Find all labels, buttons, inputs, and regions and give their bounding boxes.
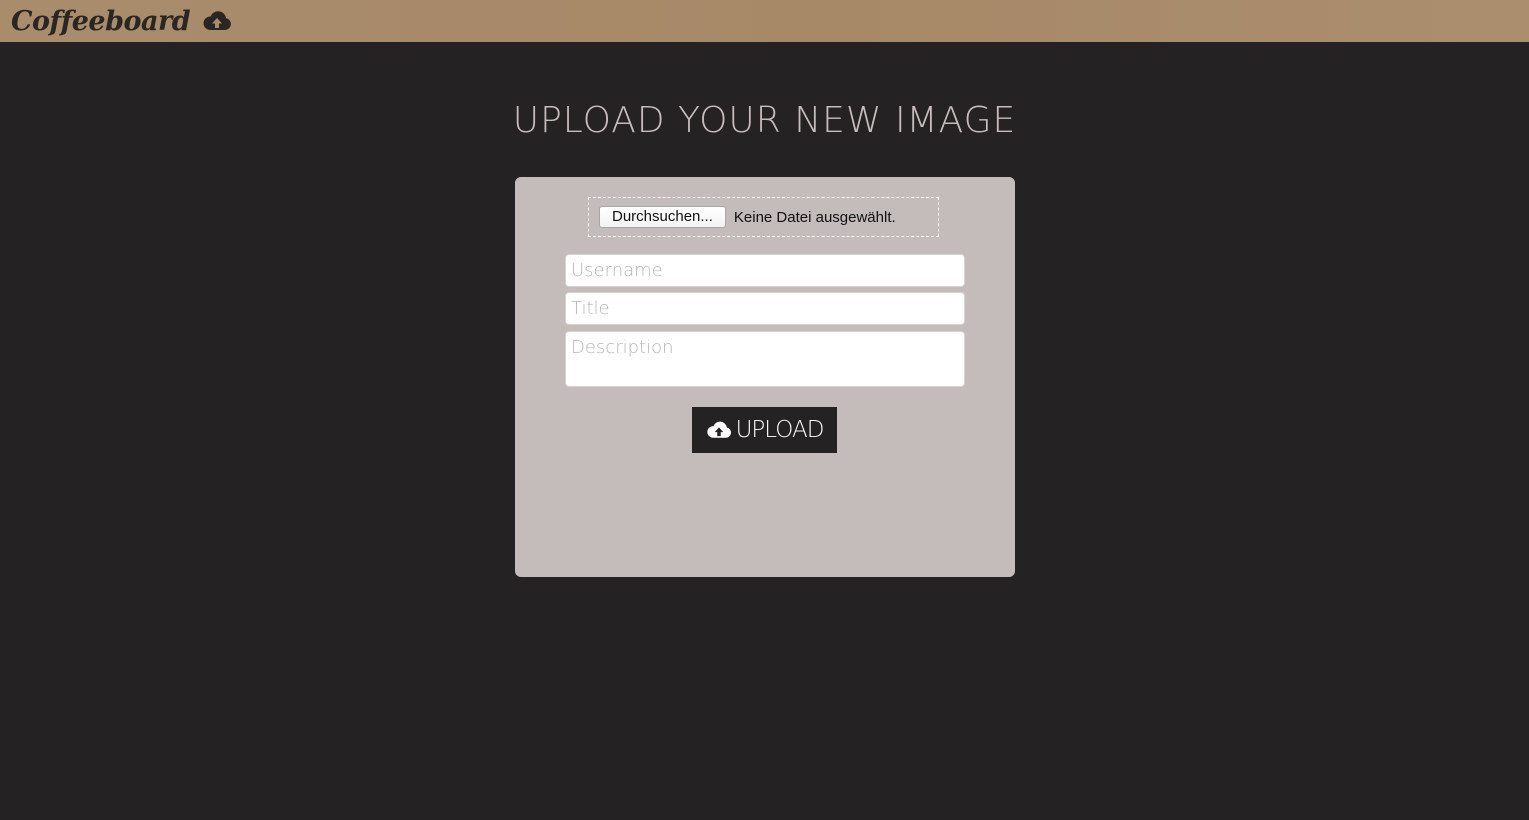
file-picker: Durchsuchen... Keine Datei ausgewählt.: [588, 197, 939, 237]
page-title: UPLOAD YOUR NEW IMAGE: [512, 100, 1017, 141]
upload-form-panel: Durchsuchen... Keine Datei ausgewählt. U…: [515, 177, 1015, 577]
username-input[interactable]: [565, 254, 965, 287]
browse-file-button[interactable]: Durchsuchen...: [599, 206, 726, 228]
file-status-text: Keine Datei ausgewählt.: [733, 208, 896, 226]
upload-button[interactable]: UPLOAD: [692, 407, 837, 453]
description-textarea[interactable]: [565, 331, 965, 387]
cloud-upload-icon: [706, 420, 732, 440]
top-navbar: Coffeeboard: [0, 0, 1529, 42]
brand-logo[interactable]: Coffeeboard: [11, 6, 191, 37]
upload-button-label: UPLOAD: [735, 417, 825, 443]
title-input[interactable]: [565, 292, 965, 325]
cloud-upload-icon[interactable]: [202, 10, 232, 32]
